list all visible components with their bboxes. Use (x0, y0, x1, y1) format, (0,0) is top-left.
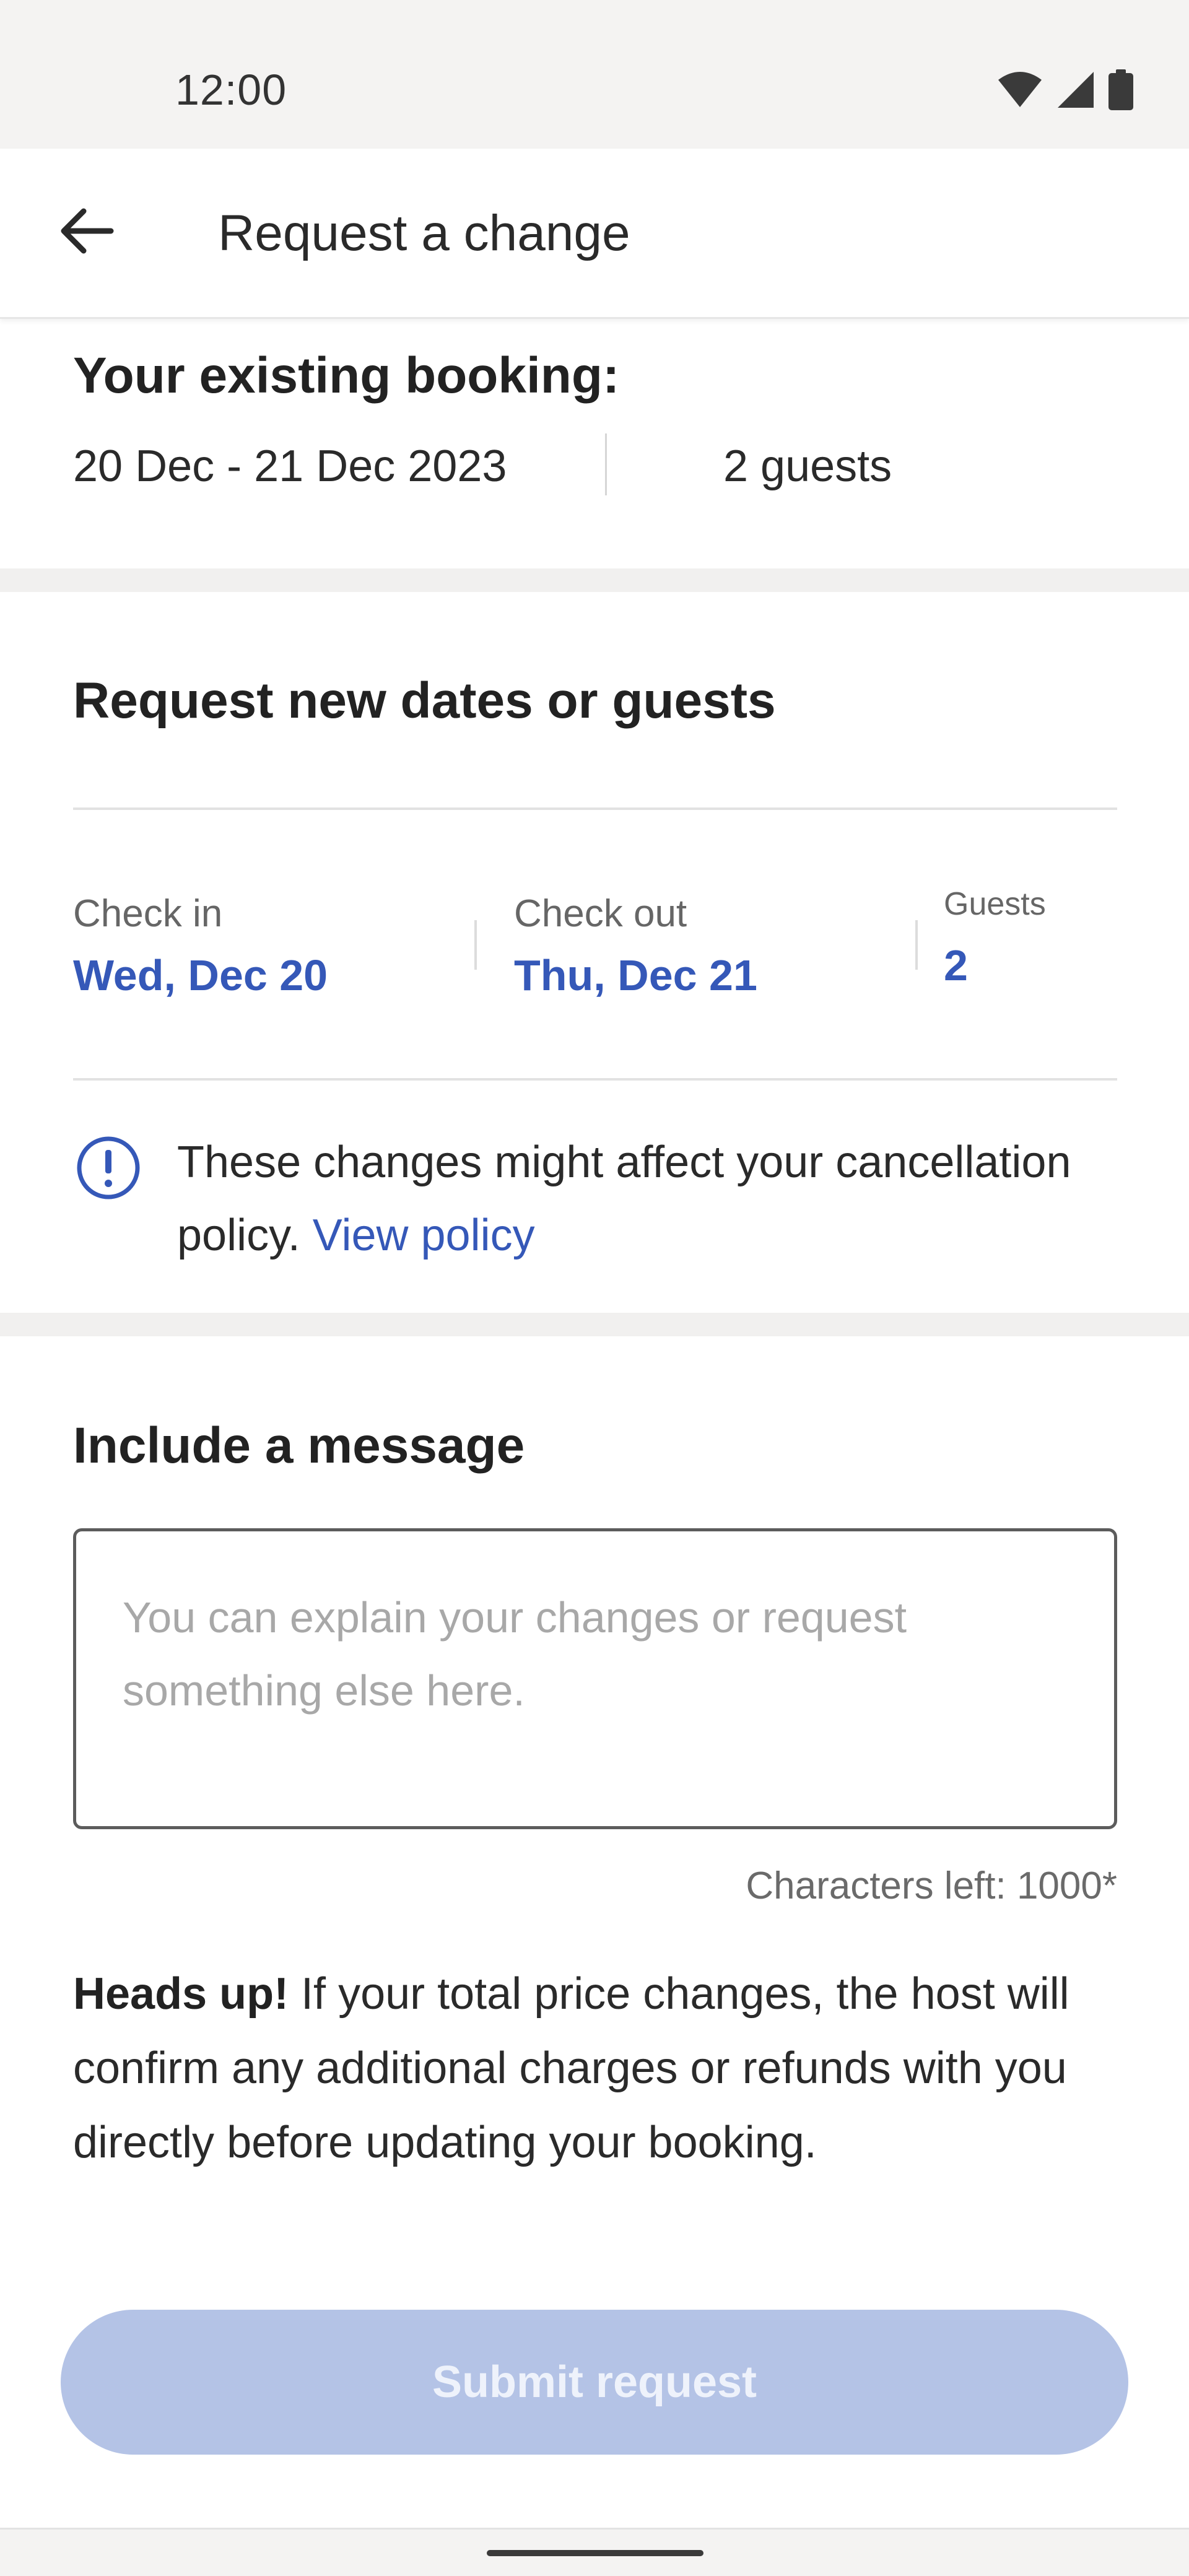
section-separator (0, 1313, 1189, 1336)
info-circle-icon (76, 1135, 141, 1201)
check-out-label: Check out (514, 892, 687, 935)
check-in-value: Wed, Dec 20 (73, 951, 328, 999)
divider (73, 1078, 1117, 1081)
message-section-heading: Include a message (73, 1417, 525, 1474)
status-time: 12:00 (175, 66, 287, 114)
submit-request-button[interactable]: Submit request (61, 2310, 1128, 2455)
characters-left: Characters left: 1000* (746, 1865, 1117, 1907)
back-button[interactable] (50, 192, 124, 272)
request-section-heading: Request new dates or guests (73, 672, 776, 729)
check-out-value: Thu, Dec 21 (514, 951, 757, 999)
home-handle[interactable] (487, 2550, 703, 2556)
message-input[interactable] (73, 1528, 1117, 1829)
page-title: Request a change (218, 205, 630, 261)
arrow-left-icon (59, 206, 115, 259)
divider (474, 920, 477, 970)
check-in-field[interactable]: Check in Wed, Dec 20 (73, 882, 469, 1012)
battery-icon (1108, 69, 1133, 110)
divider (915, 920, 918, 970)
cancellation-notice: These changes might affect your cancella… (177, 1126, 1143, 1272)
existing-booking-heading: Your existing booking: (73, 347, 620, 404)
heads-up-label: Heads up! (73, 1969, 289, 2019)
guests-value: 2 (944, 941, 968, 990)
heads-up-notice: Heads up! If your total price changes, t… (73, 1957, 1120, 2180)
view-policy-link[interactable]: View policy (313, 1211, 535, 1260)
existing-booking-guests: 2 guests (723, 442, 892, 491)
section-separator (0, 568, 1189, 592)
guests-field[interactable]: Guests 2 (944, 882, 1117, 1012)
status-bar: 12:00 (0, 0, 1189, 149)
check-out-field[interactable]: Check out Thu, Dec 21 (514, 882, 898, 1012)
wifi-icon (997, 71, 1043, 108)
divider (73, 807, 1117, 810)
existing-booking-dates: 20 Dec - 21 Dec 2023 (73, 442, 507, 491)
signal-icon (1056, 71, 1095, 109)
divider (605, 433, 607, 495)
status-icons (997, 69, 1133, 110)
check-in-label: Check in (73, 892, 223, 935)
guests-label: Guests (944, 886, 1046, 922)
cancellation-notice-text: These changes might affect your cancella… (177, 1138, 1071, 1260)
